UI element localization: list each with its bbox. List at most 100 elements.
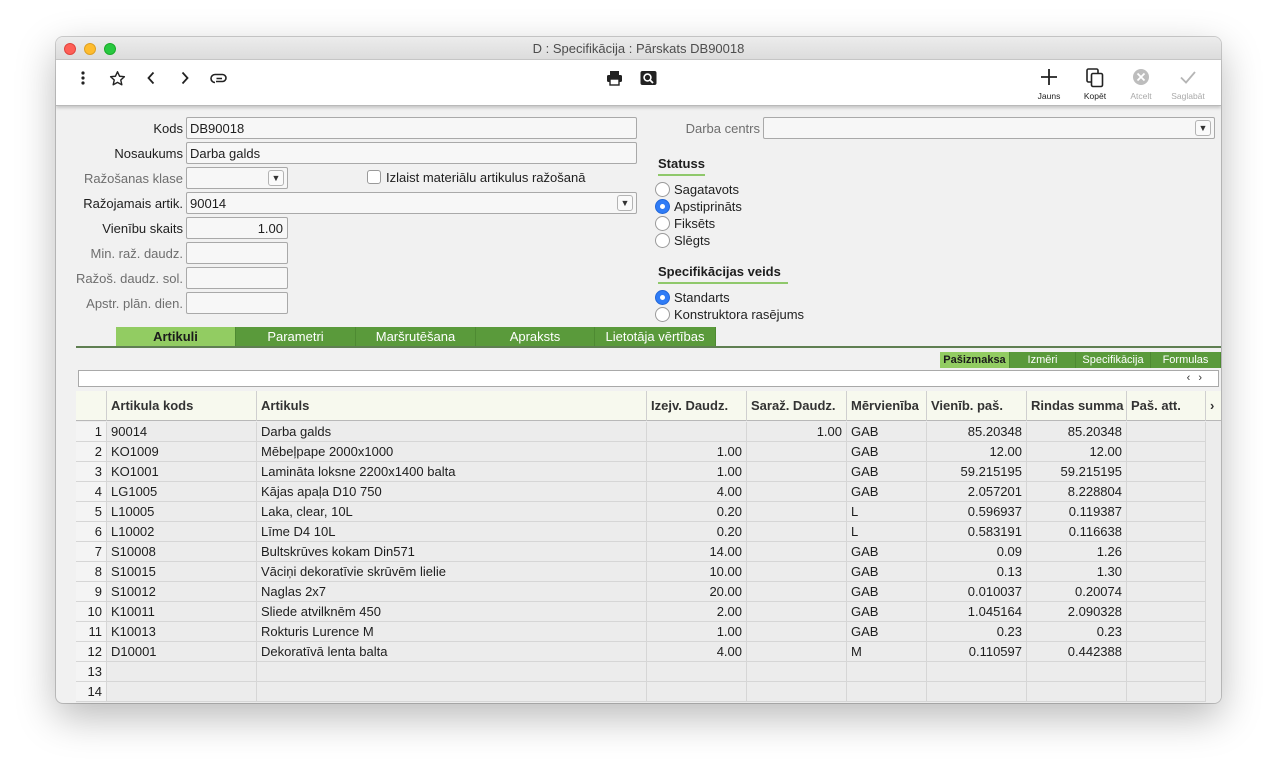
cell-mervieniba[interactable]: L	[847, 522, 927, 542]
cell-izejv-daudz[interactable]: 1.00	[647, 462, 747, 482]
cell-pas-att[interactable]	[1127, 542, 1206, 562]
header-pas-att[interactable]: Paš. att.	[1127, 391, 1206, 421]
cell-pas-att[interactable]	[1127, 602, 1206, 622]
cell-pas-att[interactable]	[1127, 582, 1206, 602]
cell-artikuls[interactable]: Sliede atvilknēm 450	[257, 602, 647, 622]
star-icon[interactable]	[107, 68, 127, 88]
cell-rindas-summa[interactable]: 0.119387	[1027, 502, 1127, 522]
cell-rindas-summa[interactable]: 0.23	[1027, 622, 1127, 642]
subtab-pasizmaksa[interactable]: Pašizmaksa	[940, 352, 1010, 368]
cell-pas-att[interactable]	[1127, 662, 1206, 682]
new-button[interactable]: Jauns	[1027, 68, 1071, 101]
cell-pas-att[interactable]	[1127, 562, 1206, 582]
cell-vienib-pas[interactable]: 59.215195	[927, 462, 1027, 482]
cell-artikula-kods[interactable]: LG1005	[107, 482, 257, 502]
cell-pas-att[interactable]	[1127, 482, 1206, 502]
izlaist-checkbox[interactable]	[367, 170, 381, 184]
min-raz-field[interactable]	[186, 242, 288, 264]
cell-mervieniba[interactable]: GAB	[847, 482, 927, 502]
cell-rindas-summa[interactable]: 12.00	[1027, 442, 1127, 462]
cell-rindas-summa[interactable]: 85.20348	[1027, 422, 1127, 442]
cell-saraz-daudz[interactable]: 1.00	[747, 422, 847, 442]
cell-pas-att[interactable]	[1127, 642, 1206, 662]
table-row[interactable]: 5 L10005 Laka, clear, 10L 0.20 L 0.596937 0.11…	[76, 502, 1221, 522]
cell-artikula-kods[interactable]: L10005	[107, 502, 257, 522]
cell-pas-att[interactable]	[1127, 462, 1206, 482]
cell-artikuls[interactable]: Lamināta loksne 2200x1400 balta	[257, 462, 647, 482]
cell-rindas-summa[interactable]	[1027, 662, 1127, 682]
cell-mervieniba[interactable]: GAB	[847, 562, 927, 582]
tab-lietotaja-vertibas[interactable]: Lietotāja vērtības	[595, 327, 716, 347]
cell-vienib-pas[interactable]: 1.045164	[927, 602, 1027, 622]
print-icon[interactable]	[604, 68, 624, 88]
cell-artikuls[interactable]	[257, 682, 647, 702]
header-rindas-summa[interactable]: Rindas summa	[1027, 391, 1127, 421]
cell-vienib-pas[interactable]: 2.057201	[927, 482, 1027, 502]
header-izejv-daudz[interactable]: Izejv. Daudz.	[647, 391, 747, 421]
cell-izejv-daudz[interactable]: 10.00	[647, 562, 747, 582]
table-row[interactable]: 12 D10001 Dekoratīvā lenta balta 4.00 M 0.110…	[76, 642, 1221, 662]
apstr-field[interactable]	[186, 292, 288, 314]
cell-artikuls[interactable]: Dekoratīvā lenta balta	[257, 642, 647, 662]
cell-artikula-kods[interactable]: L10002	[107, 522, 257, 542]
table-row[interactable]: 3 KO1001 Lamināta loksne 2200x1400 balta 1.…	[76, 462, 1221, 482]
cell-artikuls[interactable]: Kājas apaļa D10 750	[257, 482, 647, 502]
cell-saraz-daudz[interactable]	[747, 542, 847, 562]
cell-mervieniba[interactable]: GAB	[847, 542, 927, 562]
cell-mervieniba[interactable]: M	[847, 642, 927, 662]
cell-rindas-summa[interactable]: 8.228804	[1027, 482, 1127, 502]
cell-mervieniba[interactable]: GAB	[847, 462, 927, 482]
cell-pas-att[interactable]	[1127, 442, 1206, 462]
cell-mervieniba[interactable]	[847, 682, 927, 702]
table-row[interactable]: 1 90014 Darba galds 1.00 GAB 85.20348 85.20348	[76, 422, 1221, 442]
cell-pas-att[interactable]	[1127, 502, 1206, 522]
cell-izejv-daudz[interactable]: 14.00	[647, 542, 747, 562]
cell-artikuls[interactable]: Laka, clear, 10L	[257, 502, 647, 522]
radio-konstruktora[interactable]	[655, 307, 670, 322]
cell-vienib-pas[interactable]: 0.23	[927, 622, 1027, 642]
header-vienib-pas[interactable]: Vienīb. paš.	[927, 391, 1027, 421]
table-row[interactable]: 11 K10013 Rokturis Lurence M 1.00 GAB 0.23 0.2…	[76, 622, 1221, 642]
cell-artikula-kods[interactable]: D10001	[107, 642, 257, 662]
cell-izejv-daudz[interactable]	[647, 422, 747, 442]
razos-sol-field[interactable]	[186, 267, 288, 289]
more-vertical-icon[interactable]	[73, 68, 93, 88]
cell-saraz-daudz[interactable]	[747, 622, 847, 642]
search-icon[interactable]	[638, 68, 658, 88]
cell-rindas-summa[interactable]: 0.20074	[1027, 582, 1127, 602]
subtab-formulas[interactable]: Formulas	[1151, 352, 1221, 368]
cell-mervieniba[interactable]: GAB	[847, 622, 927, 642]
cell-izejv-daudz[interactable]: 0.20	[647, 502, 747, 522]
table-row[interactable]: 10 K10011 Sliede atvilknēm 450 2.00 GAB 1.045…	[76, 602, 1221, 622]
cell-saraz-daudz[interactable]	[747, 582, 847, 602]
chevron-right-icon[interactable]: ›	[1198, 372, 1210, 384]
subtab-izmeri[interactable]: Izmēri	[1010, 352, 1076, 368]
table-row[interactable]: 7 S10008 Bultskrūves kokam Din571 14.00 GAB 0…	[76, 542, 1221, 562]
razosanas-klase-select[interactable]: ▼	[186, 167, 288, 189]
table-row[interactable]: 13	[76, 662, 1221, 682]
cell-artikuls[interactable]: Darba galds	[257, 422, 647, 442]
cell-saraz-daudz[interactable]	[747, 482, 847, 502]
forward-icon[interactable]	[175, 68, 195, 88]
filter-bar[interactable]: ‹›	[78, 370, 1219, 387]
cell-rindas-summa[interactable]: 0.442388	[1027, 642, 1127, 662]
scroll-right-icon[interactable]: ›	[1206, 391, 1221, 421]
cell-rindas-summa[interactable]: 59.215195	[1027, 462, 1127, 482]
cell-izejv-daudz[interactable]: 1.00	[647, 622, 747, 642]
cell-artikuls[interactable]: Vāciņi dekoratīvie skrūvēm lielie	[257, 562, 647, 582]
table-row[interactable]: 4 LG1005 Kājas apaļa D10 750 4.00 GAB 2.05720…	[76, 482, 1221, 502]
cell-rindas-summa[interactable]: 0.116638	[1027, 522, 1127, 542]
cell-artikula-kods[interactable]: KO1001	[107, 462, 257, 482]
subtab-specifikacija[interactable]: Specifikācija	[1076, 352, 1151, 368]
cell-pas-att[interactable]	[1127, 522, 1206, 542]
cell-artikuls[interactable]: Rokturis Lurence M	[257, 622, 647, 642]
header-mervieniba[interactable]: Mērvienība	[847, 391, 927, 421]
cell-izejv-daudz[interactable]	[647, 682, 747, 702]
radio-sagatavots[interactable]	[655, 182, 670, 197]
cell-saraz-daudz[interactable]	[747, 662, 847, 682]
darba-centrs-select[interactable]: ▼	[763, 117, 1215, 139]
cell-vienib-pas[interactable]: 12.00	[927, 442, 1027, 462]
tab-marsrutesana[interactable]: Maršrutēšana	[356, 327, 476, 347]
cell-rindas-summa[interactable]	[1027, 682, 1127, 702]
cell-vienib-pas[interactable]: 0.583191	[927, 522, 1027, 542]
